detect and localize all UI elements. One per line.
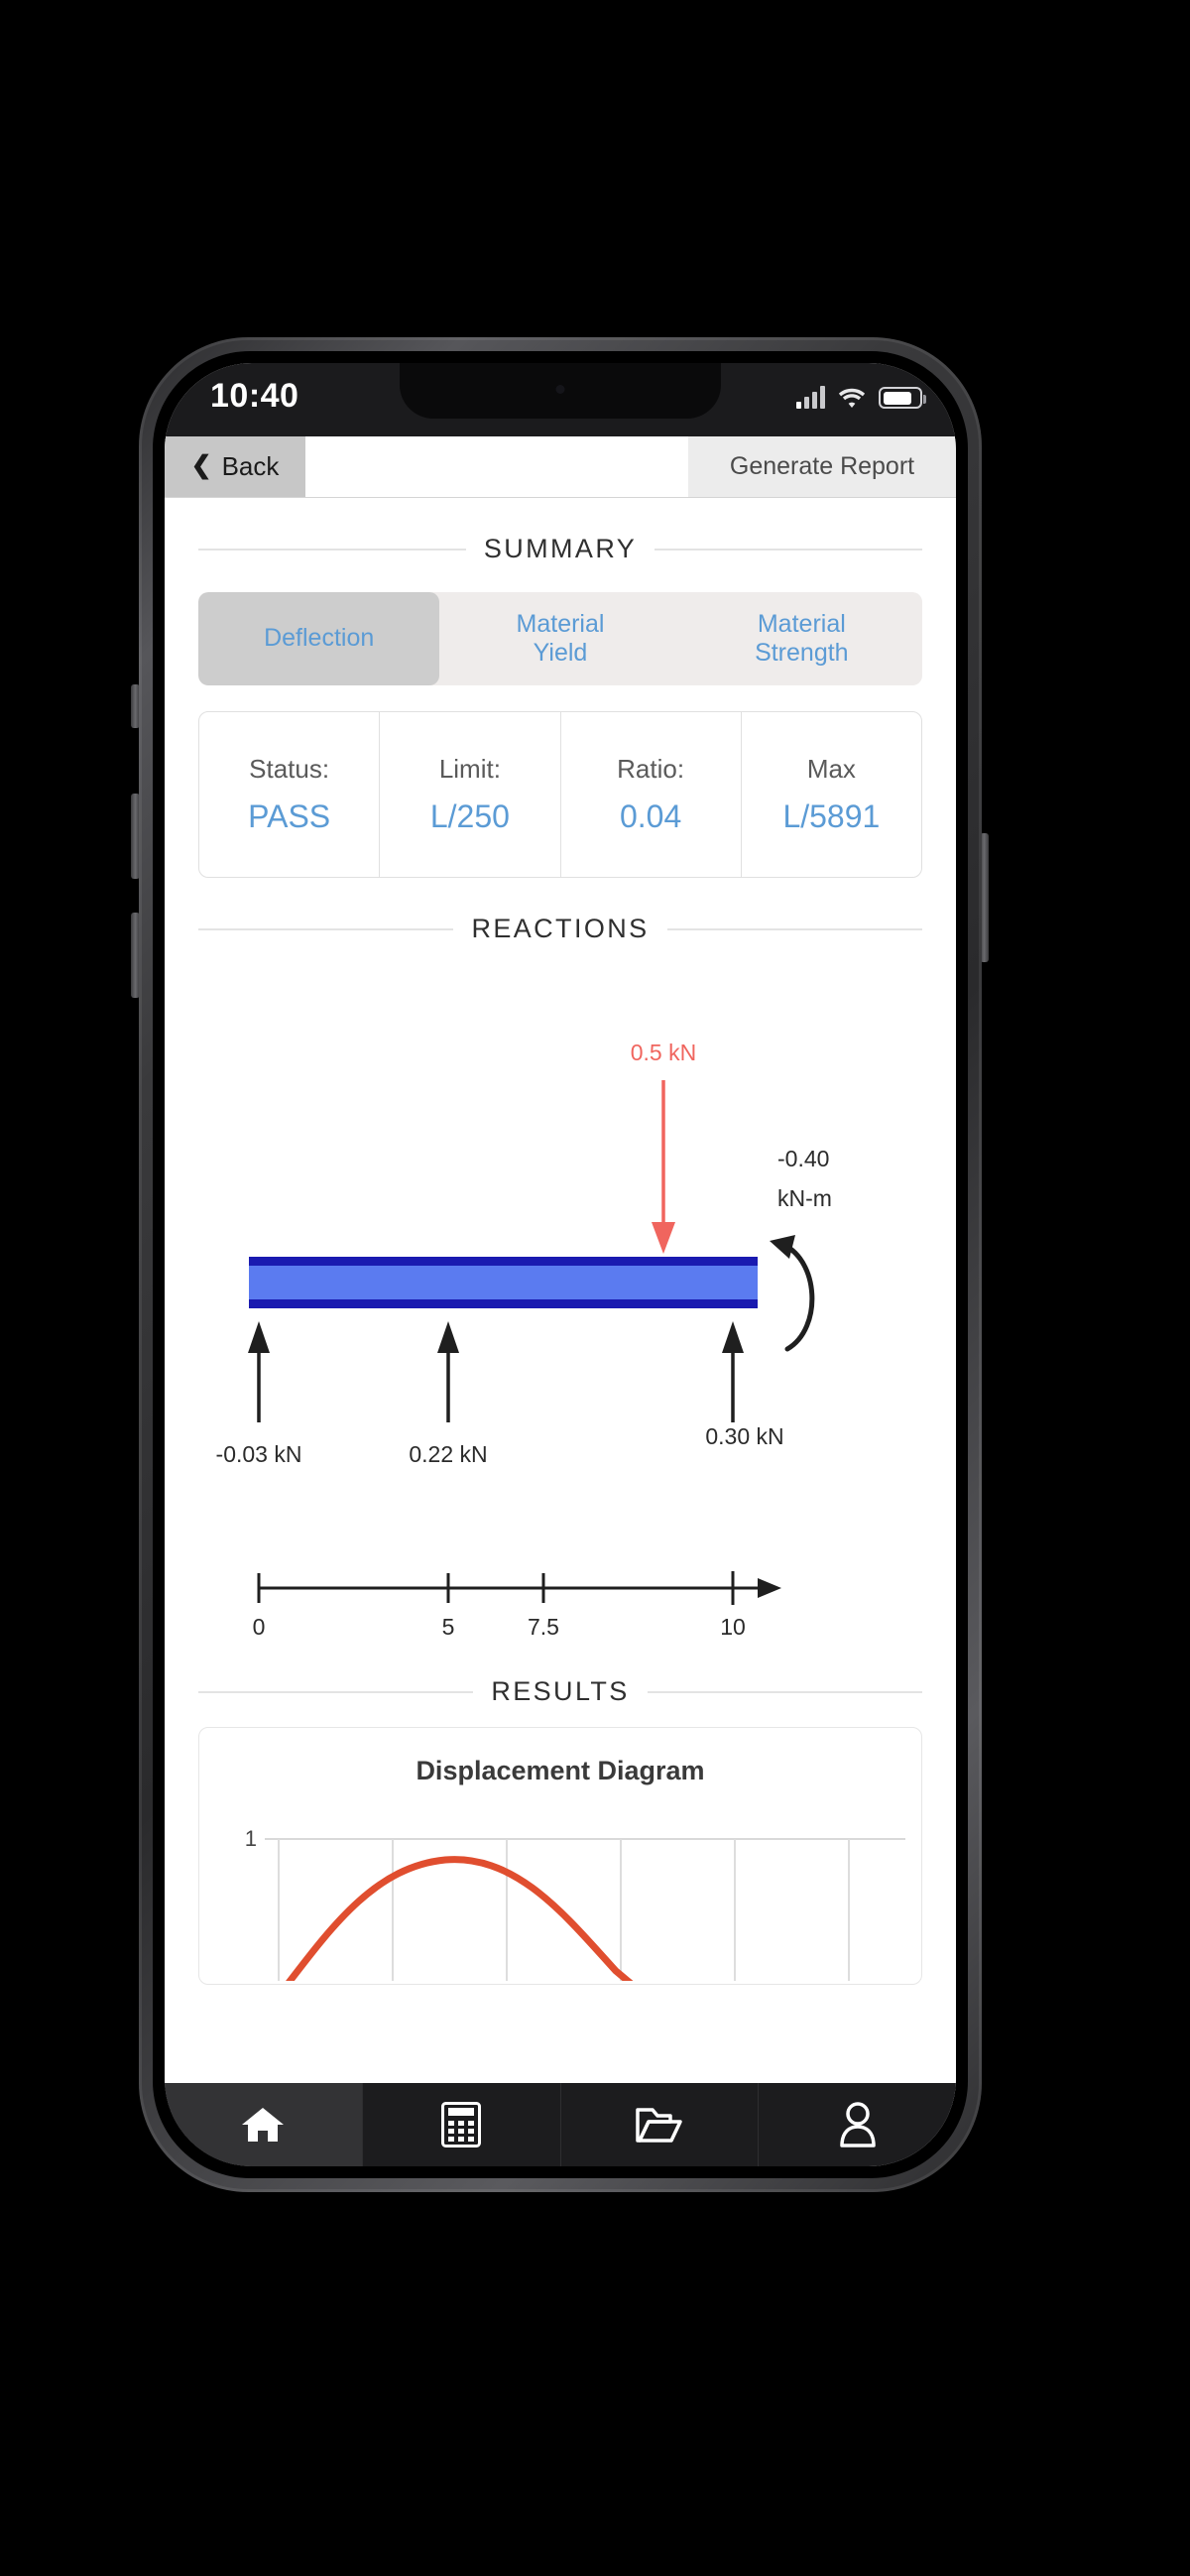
moment-label-line2: kN-m — [777, 1185, 832, 1211]
wifi-icon — [838, 387, 866, 409]
stat-max-key: Max — [806, 754, 856, 784]
generate-report-button[interactable]: Generate Report — [688, 436, 956, 497]
summary-heading: SUMMARY — [483, 534, 638, 563]
nav-bar-spacer — [305, 436, 688, 497]
stat-status-key: Status: — [249, 754, 330, 784]
chevron-left-icon: ❮ — [190, 451, 212, 479]
status-bar-indicators — [796, 385, 926, 409]
front-camera-icon — [555, 385, 565, 394]
summary-section-header: SUMMARY — [198, 534, 923, 564]
phone-notch — [400, 363, 721, 419]
phone-screen: 10:40 ❮ Back Generate Report SUMMARY Def… — [165, 363, 956, 2166]
stat-status: Status: PASS — [199, 712, 381, 877]
axis-tick-label-1: 5 — [442, 1614, 455, 1640]
folder-open-icon — [636, 2108, 682, 2143]
tab-deflection[interactable]: Deflection — [198, 592, 440, 685]
reactions-section-header: REACTIONS — [198, 914, 922, 944]
displacement-chart-svg: 1 — [245, 1826, 905, 1981]
chart-y-tick-1: 1 — [245, 1826, 257, 1851]
phone-frame: 10:40 ❮ Back Generate Report SUMMARY Def… — [139, 337, 982, 2192]
user-icon — [839, 2102, 876, 2147]
tab-material-yield[interactable]: Material Yield — [439, 592, 680, 685]
cellular-signal-icon — [796, 385, 825, 409]
back-button[interactable]: ❮ Back — [165, 436, 305, 497]
stat-limit-value: L/250 — [429, 798, 510, 834]
content-scroll-area[interactable]: SUMMARY Deflection Material Yield Materi… — [165, 498, 956, 2083]
stat-limit: Limit: L/250 — [380, 712, 561, 877]
battery-icon — [879, 387, 926, 409]
tab-account[interactable] — [759, 2083, 956, 2166]
stat-ratio: Ratio: 0.04 — [561, 712, 742, 877]
stat-ratio-value: 0.04 — [619, 798, 682, 834]
divider-left — [198, 1690, 474, 1693]
axis-tick-label-2: 7.5 — [528, 1614, 559, 1640]
home-icon — [242, 2108, 285, 2142]
status-bar: 10:40 — [165, 363, 956, 436]
status-bar-time: 10:40 — [210, 377, 299, 415]
displacement-diagram-title: Displacement Diagram — [416, 1756, 705, 1785]
support-reaction-arrows — [248, 1321, 744, 1422]
displacement-curve — [286, 1856, 634, 1981]
span-axis — [257, 1571, 781, 1605]
tab-material-yield-label: Material Yield — [516, 609, 605, 668]
tab-files[interactable] — [561, 2083, 760, 2166]
phone-bezel: 10:40 ❮ Back Generate Report SUMMARY Def… — [153, 351, 968, 2178]
stat-ratio-key: Ratio: — [617, 754, 685, 784]
stat-max-value: L/5891 — [782, 798, 881, 834]
reactions-heading: REACTIONS — [471, 914, 650, 943]
divider-right — [666, 927, 922, 930]
reactions-diagram: 0.5 kN -0.40 kN-m -0.03 kN 0.22 kN 0.30 … — [165, 956, 956, 1641]
stat-status-value: PASS — [248, 798, 331, 834]
calculator-icon — [441, 2102, 482, 2147]
divider-right — [654, 548, 923, 551]
divider-right — [647, 1690, 922, 1693]
support-arrow-2 — [722, 1321, 744, 1422]
results-heading: RESULTS — [491, 1676, 630, 1706]
beam-element — [249, 1257, 758, 1308]
support-arrow-1 — [437, 1321, 459, 1422]
back-button-label: Back — [221, 451, 280, 481]
screenshot-root: 10:40 ❮ Back Generate Report SUMMARY Def… — [0, 0, 1190, 2576]
reaction-label-0: -0.03 kN — [216, 1441, 302, 1467]
displacement-diagram-card[interactable]: Displacement Diagram 1 — [198, 1727, 922, 1985]
bottom-tab-bar — [165, 2083, 956, 2166]
reaction-label-1: 0.22 kN — [409, 1441, 487, 1467]
stat-limit-key: Limit: — [438, 754, 501, 784]
stat-max: Max L/5891 — [742, 712, 921, 877]
tab-material-strength[interactable]: Material Strength — [681, 592, 922, 685]
reactions-diagram-svg: 0.5 kN -0.40 kN-m -0.03 kN 0.22 kN 0.30 … — [216, 1040, 832, 1640]
tab-calculator[interactable] — [363, 2083, 561, 2166]
moment-label-line1: -0.40 — [777, 1146, 829, 1171]
deflection-stats-card: Status: PASS Limit: L/250 Ratio: 0.04 Ma… — [198, 711, 922, 878]
moment-arrow-icon — [770, 1235, 815, 1352]
tab-home[interactable] — [165, 2083, 363, 2166]
axis-tick-label-0: 0 — [253, 1614, 266, 1640]
results-section-header: RESULTS — [198, 1676, 922, 1707]
tab-material-strength-label: Material Strength — [755, 609, 849, 668]
navigation-bar: ❮ Back Generate Report — [165, 436, 956, 498]
divider-left — [198, 548, 466, 551]
reaction-label-2: 0.30 kN — [705, 1423, 783, 1449]
point-load-label: 0.5 kN — [631, 1040, 696, 1065]
summary-tab-group: Deflection Material Yield Material Strengt… — [198, 592, 922, 685]
tab-deflection-label: Deflection — [264, 624, 375, 653]
axis-tick-label-3: 10 — [720, 1614, 746, 1640]
point-load-arrow — [652, 1080, 675, 1254]
divider-left — [198, 927, 454, 930]
support-arrow-0 — [248, 1321, 270, 1422]
